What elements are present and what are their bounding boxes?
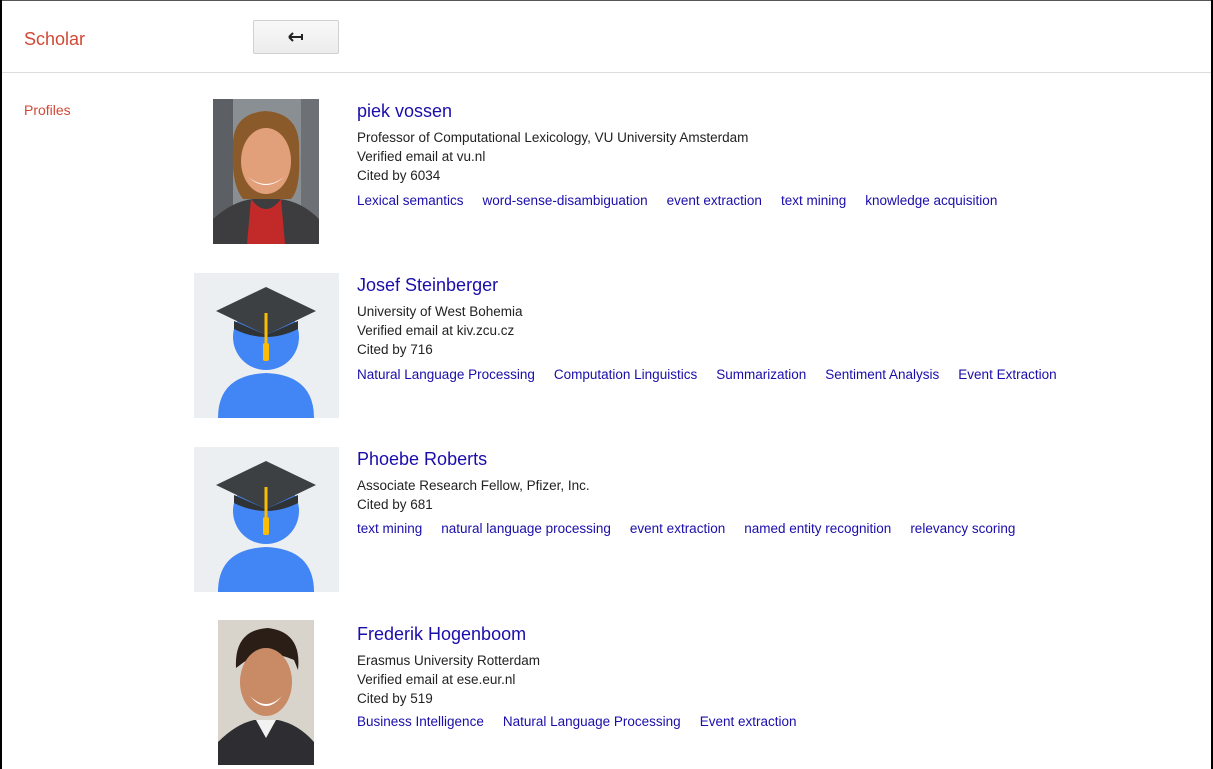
top-bar: Scholar — [2, 1, 1211, 73]
default-avatar-icon[interactable] — [194, 447, 339, 592]
interest-link[interactable]: knowledge acquisition — [865, 193, 997, 208]
profile-name[interactable]: Frederik Hogenboom — [357, 624, 526, 645]
profile-interests: Business Intelligence Natural Language P… — [357, 714, 797, 729]
profile-photo[interactable] — [213, 99, 319, 244]
back-arrow-icon — [288, 32, 303, 42]
profile-affiliation: University of West Bohemia — [357, 304, 523, 319]
interest-link[interactable]: Lexical semantics — [357, 193, 464, 208]
sidebar-item-profiles[interactable]: Profiles — [24, 102, 71, 118]
profile-affiliation: Erasmus University Rotterdam — [357, 653, 541, 668]
profile-citations: Cited by 681 — [357, 497, 433, 512]
profile-affiliation: Professor of Computational Lexicology, V… — [357, 130, 749, 145]
profile-email: Verified email at vu.nl — [357, 149, 486, 164]
profile-interests: Lexical semantics word-sense-disambiguat… — [357, 193, 997, 208]
interest-link[interactable]: relevancy scoring — [910, 521, 1015, 536]
profile-affiliation: Associate Research Fellow, Pfizer, Inc. — [357, 478, 590, 493]
interest-link[interactable]: Summarization — [716, 367, 806, 382]
profile-name[interactable]: piek vossen — [357, 101, 452, 122]
profile-interests: Natural Language Processing Computation … — [357, 367, 1057, 382]
profile-citations: Cited by 6034 — [357, 168, 441, 183]
default-avatar-icon[interactable] — [194, 273, 339, 418]
interest-link[interactable]: natural language processing — [441, 521, 611, 536]
interest-link[interactable]: Event Extraction — [958, 367, 1056, 382]
back-button[interactable] — [253, 20, 339, 54]
interest-link[interactable]: Sentiment Analysis — [825, 367, 939, 382]
profile-name[interactable]: Phoebe Roberts — [357, 449, 487, 470]
profile-name[interactable]: Josef Steinberger — [357, 275, 498, 296]
interest-link[interactable]: Event extraction — [700, 714, 797, 729]
interest-link[interactable]: word-sense-disambiguation — [483, 193, 648, 208]
window-border-left — [0, 0, 2, 769]
profile-interests: text mining natural language processing … — [357, 521, 1015, 536]
profile-citations: Cited by 716 — [357, 342, 433, 357]
interest-link[interactable]: Business Intelligence — [357, 714, 484, 729]
interest-link[interactable]: text mining — [781, 193, 846, 208]
profile-photo[interactable] — [218, 620, 314, 765]
profile-email: Verified email at kiv.zcu.cz — [357, 323, 515, 338]
interest-link[interactable]: text mining — [357, 521, 422, 536]
interest-link[interactable]: event extraction — [667, 193, 762, 208]
interest-link[interactable]: event extraction — [630, 521, 725, 536]
interest-link[interactable]: named entity recognition — [744, 521, 891, 536]
scholar-logo[interactable]: Scholar — [24, 29, 85, 50]
profile-citations: Cited by 519 — [357, 691, 433, 706]
profile-email: Verified email at ese.eur.nl — [357, 672, 516, 687]
interest-link[interactable]: Computation Linguistics — [554, 367, 697, 382]
interest-link[interactable]: Natural Language Processing — [357, 367, 535, 382]
interest-link[interactable]: Natural Language Processing — [503, 714, 681, 729]
